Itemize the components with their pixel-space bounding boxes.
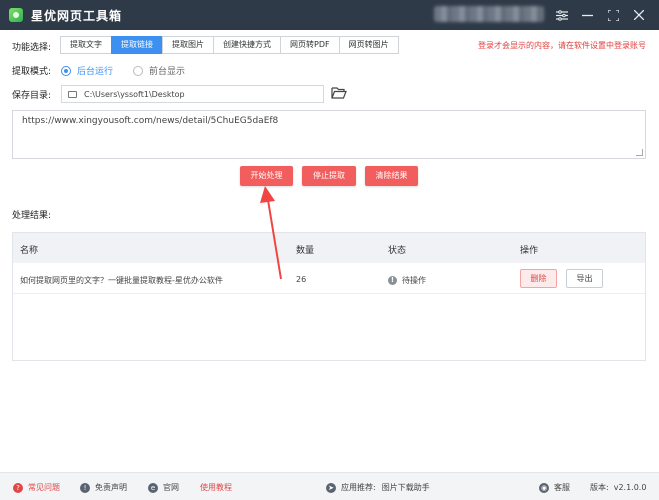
title-bar: 星优网页工具箱 xyxy=(0,0,659,30)
column-status: 状态 xyxy=(388,246,407,256)
save-dir-field[interactable] xyxy=(61,85,324,103)
question-icon: ? xyxy=(13,482,23,493)
disclaimer-label: 免责声明 xyxy=(95,483,127,492)
recommend-app-name[interactable]: 图片下载助手 xyxy=(382,482,430,493)
mode-label: 提取模式: xyxy=(12,67,52,77)
radio-label: 后台运行 xyxy=(77,67,114,77)
column-operations: 操作 xyxy=(520,246,539,256)
radio-label: 前台显示 xyxy=(149,67,186,77)
export-button[interactable]: 导出 xyxy=(566,269,603,288)
tab-extract-images[interactable]: 提取图片 xyxy=(162,36,214,54)
globe-icon: e xyxy=(148,482,158,493)
minimize-icon[interactable] xyxy=(578,6,596,24)
tab-create-shortcut[interactable]: 创建快捷方式 xyxy=(213,36,281,54)
url-input-box[interactable]: https://www.xingyousoft.com/news/detail/… xyxy=(12,110,646,159)
radio-foreground-show[interactable]: 前台显示 xyxy=(133,64,185,77)
support-label: 客服 xyxy=(554,483,570,492)
column-name: 名称 xyxy=(20,246,39,256)
start-process-button[interactable]: 开始处理 xyxy=(240,166,293,186)
version-info: 版本: v2.1.0.0 xyxy=(590,482,646,493)
shield-icon: ! xyxy=(80,482,90,493)
recommend-label: 应用推荐: xyxy=(341,483,376,492)
function-select-label: 功能选择: xyxy=(12,43,52,53)
radio-unselected-icon xyxy=(133,65,143,76)
row-count: 26 xyxy=(296,275,307,284)
disclaimer-link[interactable]: ! 免责声明 xyxy=(80,482,127,493)
faq-link[interactable]: ? 常见问题 xyxy=(13,482,60,493)
info-icon: ! xyxy=(388,276,397,285)
faq-label: 常见问题 xyxy=(28,483,60,492)
row-status-text: 待操作 xyxy=(402,276,426,285)
row-name: 如何提取网页里的文字？一键批量提取教程-星优办公软件 xyxy=(20,276,223,285)
column-count: 数量 xyxy=(296,246,315,256)
results-table: 名称 数量 状态 操作 如何提取网页里的文字？一键批量提取教程-星优办公软件 2… xyxy=(12,232,646,361)
clear-results-button[interactable]: 清除结果 xyxy=(365,166,418,186)
save-dir-input[interactable] xyxy=(84,89,304,99)
function-tabs: 提取文字 提取链接 提取图片 创建快捷方式 网页转PDF 网页转图片 xyxy=(60,36,399,54)
url-textarea[interactable]: https://www.xingyousoft.com/news/detail/… xyxy=(22,116,636,150)
settings-menu-icon[interactable] xyxy=(553,6,571,24)
tab-extract-links[interactable]: 提取链接 xyxy=(111,36,163,54)
version-number: v2.1.0.0 xyxy=(613,483,647,492)
tutorial-label: 使用教程 xyxy=(200,483,232,492)
results-title: 处理结果: xyxy=(12,211,52,221)
app-recommend[interactable]: ➤ 应用推荐: 图片下载助手 xyxy=(326,482,430,493)
stop-extract-button[interactable]: 停止提取 xyxy=(302,166,356,186)
version-label: 版本: xyxy=(590,483,609,492)
row-status: ! 待操作 xyxy=(388,275,426,286)
headset-icon: ◉ xyxy=(539,482,549,493)
radio-selected-icon xyxy=(61,65,71,76)
tab-extract-text[interactable]: 提取文字 xyxy=(60,36,112,54)
user-account-blurred[interactable] xyxy=(434,6,544,22)
app-logo-icon xyxy=(9,8,23,22)
tutorial-link[interactable]: 使用教程 xyxy=(200,482,232,493)
radio-background-run[interactable]: 后台运行 xyxy=(61,64,113,77)
folder-small-icon xyxy=(68,90,77,98)
save-dir-label: 保存目录: xyxy=(12,91,52,101)
maximize-icon[interactable] xyxy=(604,6,622,24)
website-link[interactable]: e 官网 xyxy=(148,482,179,493)
login-notice: 登录才会显示的内容，请在软件设置中登录账号 xyxy=(478,41,646,50)
table-row: 如何提取网页里的文字？一键批量提取教程-星优办公软件 26 ! 待操作 删除 导… xyxy=(13,264,645,294)
support-link[interactable]: ◉ 客服 xyxy=(539,482,570,493)
app-title: 星优网页工具箱 xyxy=(31,8,123,23)
browse-folder-icon[interactable] xyxy=(331,86,347,100)
table-header: 名称 数量 状态 操作 xyxy=(13,233,645,263)
footer-bar: ? 常见问题 ! 免责声明 e 官网 使用教程 ➤ 应用推荐: 图片下载助手 ◉… xyxy=(0,472,659,500)
compass-icon: ➤ xyxy=(326,482,336,493)
tab-webpage-to-image[interactable]: 网页转图片 xyxy=(338,36,399,54)
resize-grip-icon[interactable] xyxy=(636,149,643,156)
delete-button[interactable]: 删除 xyxy=(520,269,557,288)
tab-webpage-to-pdf[interactable]: 网页转PDF xyxy=(280,36,340,54)
website-label: 官网 xyxy=(163,483,179,492)
close-icon[interactable] xyxy=(630,6,648,24)
